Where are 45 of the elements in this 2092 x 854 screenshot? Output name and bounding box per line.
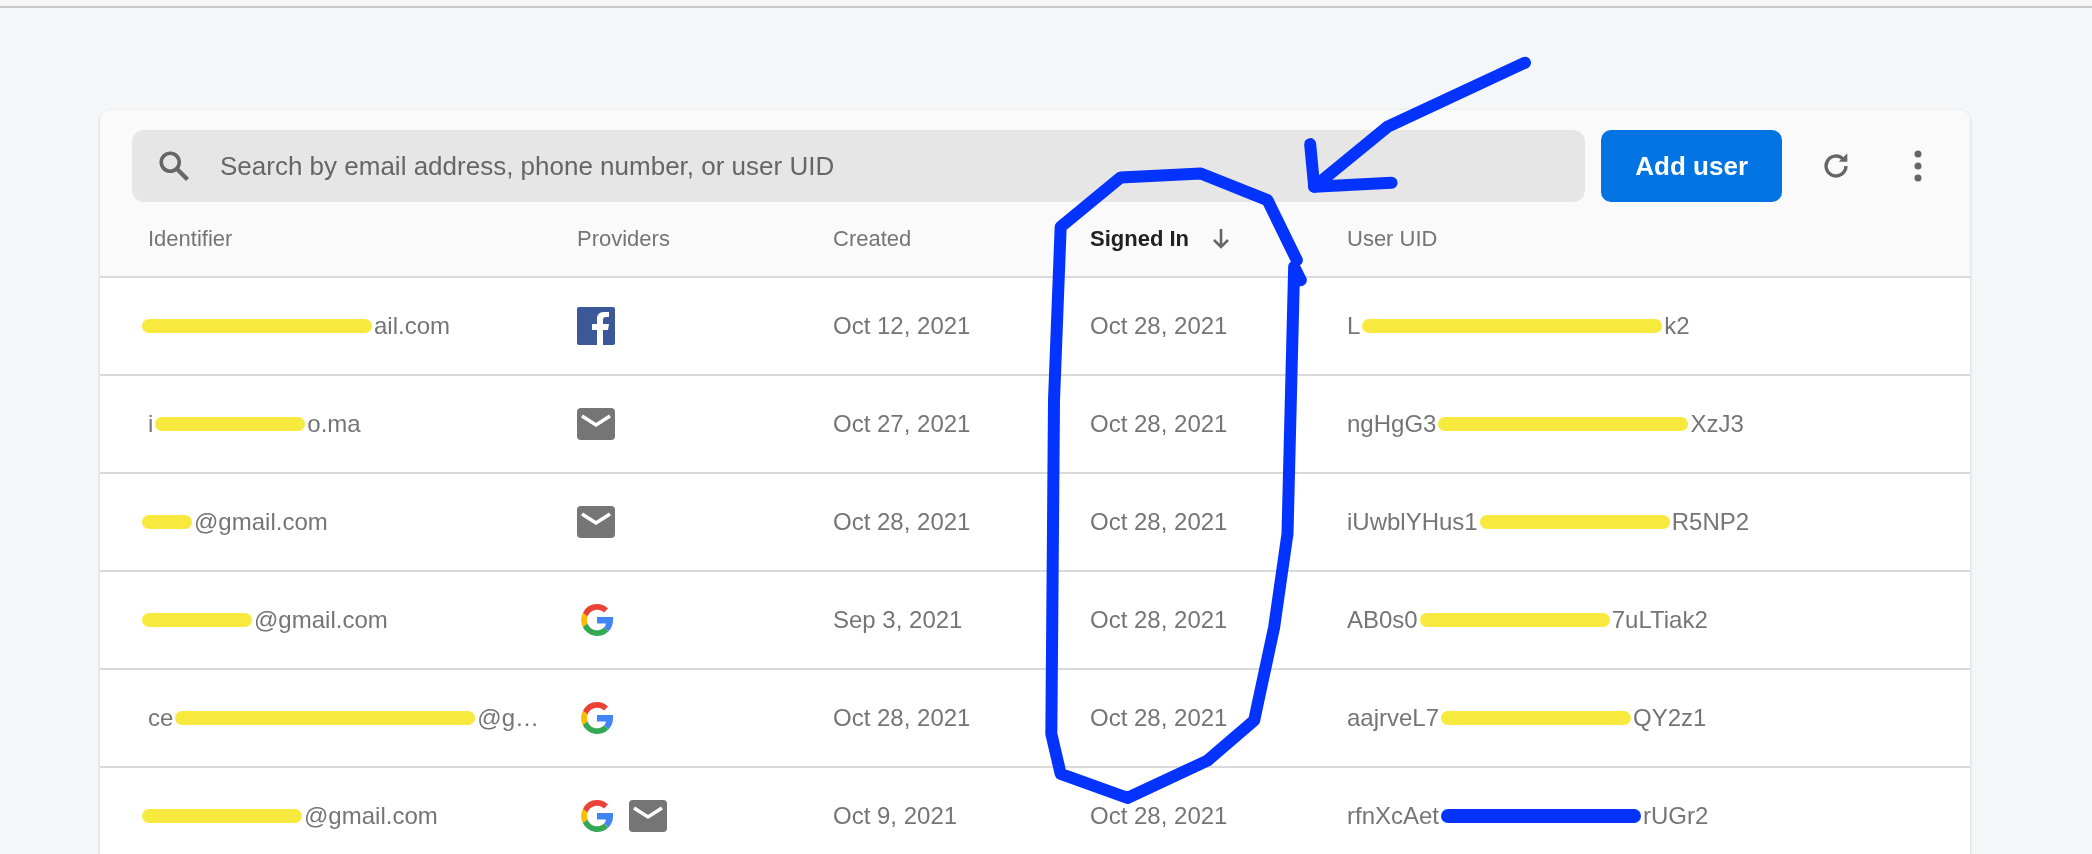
add-user-button[interactable]: Add user [1601, 130, 1782, 202]
created-date: Oct 28, 2021 [833, 704, 971, 732]
email-text: @gmail.com [254, 606, 388, 634]
sort-arrow-icon[interactable] [1211, 227, 1231, 251]
signed-in-date: Oct 28, 2021 [1090, 410, 1228, 438]
mail-icon [577, 408, 615, 440]
column-header[interactable]: Signed In [1090, 226, 1189, 252]
uid-text: rUGr2 [1643, 802, 1709, 830]
email-text: @gmail.com [304, 802, 438, 830]
column-header[interactable]: Identifier [148, 226, 233, 252]
signed-in-date: Oct 28, 2021 [1090, 312, 1228, 340]
uid-text: XzJ3 [1690, 410, 1744, 438]
created-date: Oct 9, 2021 [833, 802, 958, 830]
column-header[interactable]: Created [833, 226, 912, 252]
created-date: Oct 12, 2021 [833, 312, 971, 340]
uid-text: QY2z1 [1633, 704, 1707, 732]
uid-text: aajrveL7 [1347, 704, 1440, 732]
uid-text: iUwblYHus1 [1347, 508, 1478, 536]
email-text: o.ma [307, 410, 361, 438]
mail-icon [629, 800, 667, 832]
more-icon [1913, 150, 1923, 182]
uid-text: L [1347, 312, 1361, 340]
email-text: @g… [477, 704, 540, 732]
created-date: Oct 27, 2021 [833, 410, 971, 438]
uid-text: k2 [1664, 312, 1690, 340]
created-date: Sep 3, 2021 [833, 606, 963, 634]
signed-in-date: Oct 28, 2021 [1090, 802, 1228, 830]
email-text: ce [148, 704, 174, 732]
facebook-icon [577, 307, 615, 345]
signed-in-date: Oct 28, 2021 [1090, 704, 1228, 732]
uid-text: AB0s0 [1347, 606, 1418, 634]
uid-text: R5NP2 [1671, 508, 1750, 536]
signed-in-date: Oct 28, 2021 [1090, 606, 1228, 634]
created-date: Oct 28, 2021 [833, 508, 971, 536]
column-header[interactable]: User UID [1347, 226, 1438, 252]
search-field[interactable]: Search by email address, phone number, or user UID [132, 130, 1586, 202]
uid-text: ngHgG3 [1347, 410, 1437, 438]
email-text: ail.com [374, 312, 451, 340]
email-text: @gmail.com [194, 508, 328, 536]
mail-icon [577, 506, 615, 538]
email-text: i [148, 410, 154, 438]
signed-in-date: Oct 28, 2021 [1090, 508, 1228, 536]
uid-text: rfnXcAet [1347, 802, 1440, 830]
column-header[interactable]: Providers [577, 226, 670, 252]
uid-text: 7uLTiak2 [1611, 606, 1708, 634]
